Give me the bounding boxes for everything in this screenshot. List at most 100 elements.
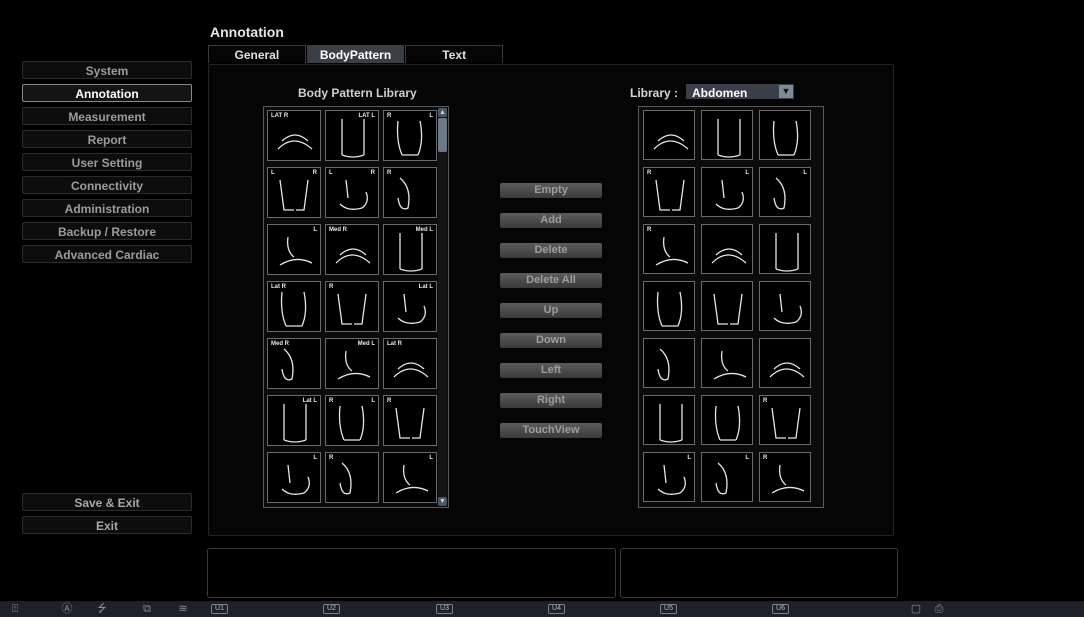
- sidebar-item-annotation[interactable]: Annotation: [22, 84, 192, 102]
- wifi-icon[interactable]: ≋: [174, 602, 192, 616]
- scroll-up-icon[interactable]: ▲: [438, 108, 447, 117]
- library-cell[interactable]: L: [643, 452, 695, 502]
- library-cell[interactable]: [643, 395, 695, 445]
- action-buttons: Empty Add Delete Delete All Up Down Left…: [500, 183, 602, 453]
- network-icon[interactable]: ⧉: [138, 602, 156, 616]
- library-cell[interactable]: [701, 110, 753, 160]
- library-cell[interactable]: R: [759, 395, 811, 445]
- add-button[interactable]: Add: [500, 213, 602, 228]
- user-key-u2[interactable]: U2: [323, 604, 340, 614]
- info-panel-right: [620, 548, 898, 598]
- library-cell[interactable]: [701, 281, 753, 331]
- sidebar-item-measurement[interactable]: Measurement: [22, 107, 192, 125]
- liver-icon: [775, 233, 799, 272]
- body-pattern-cell[interactable]: LAT L: [325, 110, 379, 161]
- body-pattern-cell[interactable]: L: [267, 452, 321, 503]
- library-cell[interactable]: [643, 110, 695, 160]
- sidebar-item-advanced-cardiac[interactable]: Advanced Cardiac: [22, 245, 192, 263]
- scroll-thumb[interactable]: [438, 118, 447, 152]
- body-pattern-cell[interactable]: R: [325, 281, 379, 332]
- body-pattern-cell[interactable]: Lat R: [267, 281, 321, 332]
- library-cell[interactable]: [759, 281, 811, 331]
- cell-label-left: R: [763, 455, 768, 461]
- tab-general[interactable]: General: [208, 45, 306, 63]
- body-pattern-cell[interactable]: LR: [325, 167, 379, 218]
- body-pattern-cell[interactable]: RL: [383, 110, 437, 161]
- usb-icon[interactable]: ⭍: [93, 602, 111, 616]
- patient-info-icon[interactable]: ⍐: [6, 602, 24, 616]
- empty-button[interactable]: Empty: [500, 183, 602, 198]
- sidebar-item-report[interactable]: Report: [22, 130, 192, 148]
- right-button[interactable]: Right: [500, 393, 602, 408]
- cell-label-left: LAT R: [271, 113, 289, 119]
- user-key-u4[interactable]: U4: [548, 604, 565, 614]
- body-pattern-cell[interactable]: Lat L: [383, 281, 437, 332]
- library-cell[interactable]: L: [759, 167, 811, 217]
- cell-label-right: LAT L: [358, 113, 375, 119]
- touchview-button[interactable]: TouchView: [500, 423, 602, 438]
- body-pattern-cell[interactable]: L: [383, 452, 437, 503]
- user-key-u3[interactable]: U3: [436, 604, 453, 614]
- library-cell[interactable]: [759, 224, 811, 274]
- sidebar: System Annotation Measurement Report Use…: [22, 61, 192, 268]
- body-pattern-cell[interactable]: LR: [267, 167, 321, 218]
- body-pattern-cell[interactable]: Med L: [325, 338, 379, 389]
- library-cell[interactable]: [701, 224, 753, 274]
- body-pattern-cell[interactable]: R: [325, 452, 379, 503]
- cell-label-right: R: [312, 170, 317, 176]
- colon-icon: [659, 404, 683, 443]
- tab-text[interactable]: Text: [405, 45, 504, 63]
- scroll-down-icon[interactable]: ▼: [438, 497, 447, 506]
- sidebar-item-connectivity[interactable]: Connectivity: [22, 176, 192, 194]
- save-exit-button[interactable]: Save & Exit: [22, 493, 192, 511]
- sidebar-item-administration[interactable]: Administration: [22, 199, 192, 217]
- body-pattern-cell[interactable]: Med R: [267, 338, 321, 389]
- cell-label-right: L: [313, 227, 317, 233]
- body-pattern-cell[interactable]: Med L: [383, 224, 437, 275]
- library-cell[interactable]: R: [759, 452, 811, 502]
- user-key-u6[interactable]: U6: [772, 604, 789, 614]
- library-cell[interactable]: R: [643, 167, 695, 217]
- cell-label-right: L: [745, 170, 749, 176]
- body-pattern-cell[interactable]: Lat R: [383, 338, 437, 389]
- body-pattern-cell[interactable]: LAT R: [267, 110, 321, 161]
- body-pattern-cell[interactable]: RL: [325, 395, 379, 446]
- exit-button[interactable]: Exit: [22, 516, 192, 534]
- body-pattern-cell[interactable]: R: [383, 167, 437, 218]
- sidebar-item-backup-restore[interactable]: Backup / Restore: [22, 222, 192, 240]
- library-cell[interactable]: R: [643, 224, 695, 274]
- body-pattern-cell[interactable]: R: [383, 395, 437, 446]
- library-cell[interactable]: L: [701, 167, 753, 217]
- library-cell[interactable]: [643, 338, 695, 388]
- auto-icon[interactable]: Ⓐ: [58, 602, 76, 616]
- sidebar-item-system[interactable]: System: [22, 61, 192, 79]
- tab-bar: General BodyPattern Text: [208, 45, 504, 63]
- left-button[interactable]: Left: [500, 363, 602, 378]
- appendix-icon: [714, 405, 741, 441]
- chevron-down-icon[interactable]: ▼: [779, 85, 793, 98]
- library-select-value[interactable]: Abdomen: [692, 86, 747, 100]
- user-key-u5[interactable]: U5: [660, 604, 677, 614]
- back-icon: [711, 248, 747, 264]
- library-cell[interactable]: [759, 110, 811, 160]
- body-pattern-cell[interactable]: Med R: [325, 224, 379, 275]
- cell-label-left: R: [387, 398, 392, 404]
- delete-all-button[interactable]: Delete All: [500, 273, 602, 288]
- down-button[interactable]: Down: [500, 333, 602, 348]
- library-cell[interactable]: L: [701, 452, 753, 502]
- user-key-u1[interactable]: U1: [211, 604, 228, 614]
- body-pattern-cell[interactable]: Lat L: [267, 395, 321, 446]
- library-cell[interactable]: [643, 281, 695, 331]
- body-pattern-cell[interactable]: L: [267, 224, 321, 275]
- body-pattern-scrollbar[interactable]: [438, 107, 447, 506]
- library-cell[interactable]: [701, 395, 753, 445]
- printer-icon[interactable]: ⎙: [930, 602, 948, 616]
- delete-button[interactable]: Delete: [500, 243, 602, 258]
- library-cell[interactable]: [759, 338, 811, 388]
- library-cell[interactable]: [701, 338, 753, 388]
- up-button[interactable]: Up: [500, 303, 602, 318]
- tab-bodypattern[interactable]: BodyPattern: [306, 45, 405, 63]
- window-icon[interactable]: ▢: [907, 602, 925, 616]
- cell-label-left: R: [329, 455, 334, 461]
- sidebar-item-user-setting[interactable]: User Setting: [22, 153, 192, 171]
